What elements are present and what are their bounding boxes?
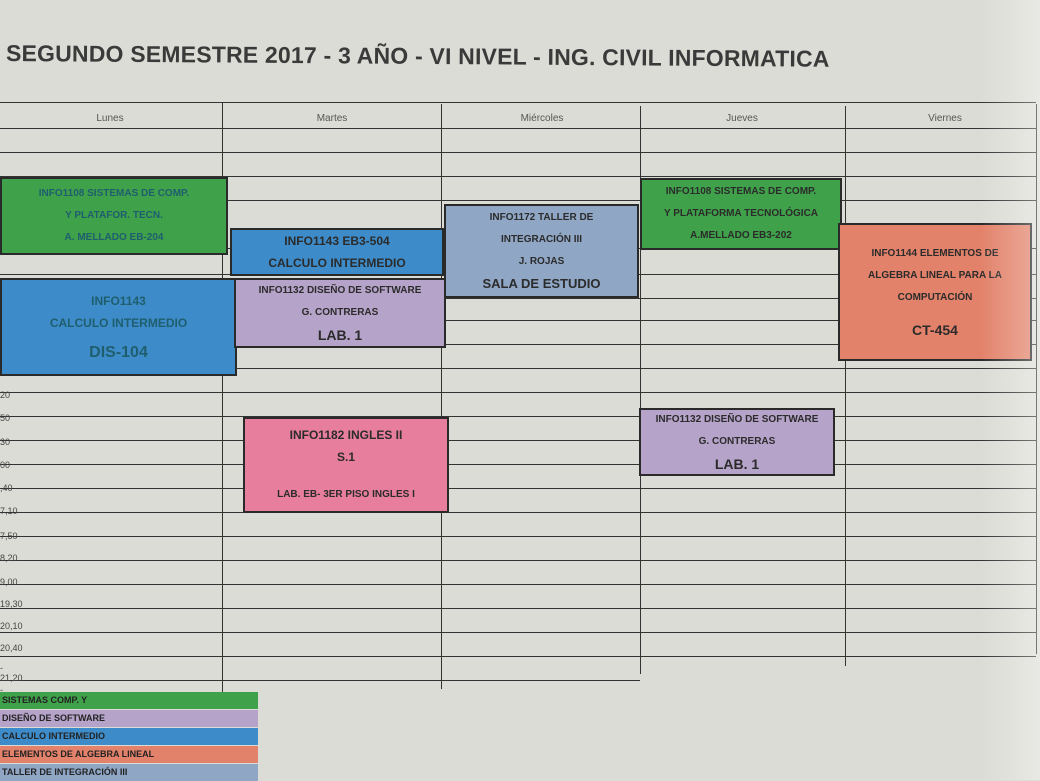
class-text: A.MELLADO EB3-202 [690, 230, 792, 241]
grid-line [0, 392, 1036, 393]
class-block-tue-calculo: INFO1143 EB3-504 CALCULO INTERMEDIO [230, 228, 444, 276]
time-label: 00 [0, 460, 11, 470]
time-label: 9,00 [0, 577, 18, 587]
grid-line [0, 512, 1036, 513]
time-label: 20,10 [0, 621, 23, 631]
time-label: 7,10 [0, 506, 18, 516]
class-text: LAB. 1 [714, 456, 760, 472]
grid-line [0, 680, 640, 681]
class-text: INFO1132 DISEÑO DE SOFTWARE [655, 414, 819, 425]
grid-line [0, 608, 1036, 609]
class-block-thu-diseno: INFO1132 DISEÑO DE SOFTWARE G. CONTRERAS… [639, 408, 835, 476]
time-label: 7,50 [0, 531, 18, 541]
class-text: S.1 [336, 450, 355, 464]
class-text: G. CONTRERAS [301, 307, 379, 318]
class-text: Y PLATAFORMA TECNOLÓGICA [663, 208, 819, 219]
day-header-miercoles: Miércoles [520, 113, 564, 124]
class-text: INFO1172 TALLER DE [489, 212, 594, 223]
class-block-tue-ingles: INFO1182 INGLES II S.1 LAB. EB- 3ER PISO… [243, 417, 449, 513]
grid-line [0, 440, 1036, 441]
grid-line [0, 416, 1036, 417]
time-label: 20,40 [0, 643, 23, 653]
grid-line [0, 152, 1036, 153]
legend-item: CALCULO INTERMEDIO [0, 728, 258, 745]
grid-line [845, 106, 846, 666]
schedule-sheet: SEGUNDO SEMESTRE 2017 - 3 AÑO - VI NIVEL… [0, 0, 1040, 781]
class-block-mon-sistemas: INFO1108 SISTEMAS DE COMP. Y PLATAFOR. T… [0, 177, 228, 255]
class-block-thu-sistemas: INFO1108 SISTEMAS DE COMP. Y PLATAFORMA … [640, 178, 842, 250]
time-label: 30 [0, 437, 11, 447]
class-text: CT-454 [912, 322, 958, 338]
grid-line [0, 656, 1036, 657]
class-text: CALCULO INTERMEDIO [49, 316, 188, 330]
class-text: INFO1132 DISEÑO DE SOFTWARE [258, 285, 422, 296]
grid-line [0, 464, 1036, 465]
day-header-martes: Martes [316, 113, 348, 124]
grid-line [0, 102, 1036, 103]
legend-item: DISEÑO DE SOFTWARE [0, 710, 258, 727]
class-text: INTEGRACIÓN III [500, 234, 583, 245]
time-label: 19,30 [0, 599, 23, 609]
class-text: SALA DE ESTUDIO [482, 276, 601, 291]
class-text: CALCULO INTERMEDIO [268, 256, 406, 270]
class-text: COMPUTACIÓN [897, 292, 973, 303]
class-text: INFO1182 INGLES II [289, 428, 403, 442]
grid-line [0, 584, 1036, 585]
day-header-lunes: Lunes [96, 113, 124, 124]
time-label: ,40 [0, 483, 13, 493]
class-text: LAB. 1 [317, 327, 363, 343]
class-text: DIS-104 [89, 344, 148, 361]
grid-line [441, 104, 442, 689]
time-label: 20 [0, 390, 11, 400]
page-title: SEGUNDO SEMESTRE 2017 - 3 AÑO - VI NIVEL… [5, 40, 830, 72]
class-block-mon-calculo: INFO1143 CALCULO INTERMEDIO DIS-104 [0, 278, 237, 376]
class-text: G. CONTRERAS [698, 436, 776, 447]
grid-line [0, 632, 1036, 633]
class-text: LAB. EB- 3ER PISO INGLES I [277, 489, 415, 500]
legend-item: ELEMENTOS DE ALGEBRA LINEAL [0, 746, 258, 763]
day-header-jueves: Jueves [726, 113, 758, 124]
time-label: 8,20 [0, 553, 18, 563]
class-text: INFO1108 SISTEMAS DE COMP. [665, 186, 817, 197]
grid-line [0, 488, 1036, 489]
class-block-tue-diseno: INFO1132 DISEÑO DE SOFTWARE G. CONTRERAS… [234, 278, 446, 348]
legend-item: SISTEMAS COMP. Y [0, 692, 258, 709]
grid-line [0, 128, 1036, 129]
photo-glare [980, 0, 1040, 780]
time-label: 50 [0, 413, 11, 423]
grid-line [0, 560, 1036, 561]
grid-line [0, 536, 1036, 537]
class-text: INFO1143 [91, 294, 146, 308]
class-block-wed-taller: INFO1172 TALLER DE INTEGRACIÓN III J. RO… [444, 204, 639, 298]
legend-item: TALLER DE INTEGRACIÓN III [0, 764, 258, 781]
class-text: INFO1143 EB3-504 [284, 234, 390, 248]
class-text: Y PLATAFOR. TECN. [65, 210, 163, 221]
class-text: A. MELLADO EB-204 [64, 232, 164, 243]
time-label: - 21,20 [0, 663, 23, 683]
class-text: INFO1108 SISTEMAS DE COMP. [38, 188, 190, 199]
class-text: J. ROJAS [518, 256, 565, 267]
